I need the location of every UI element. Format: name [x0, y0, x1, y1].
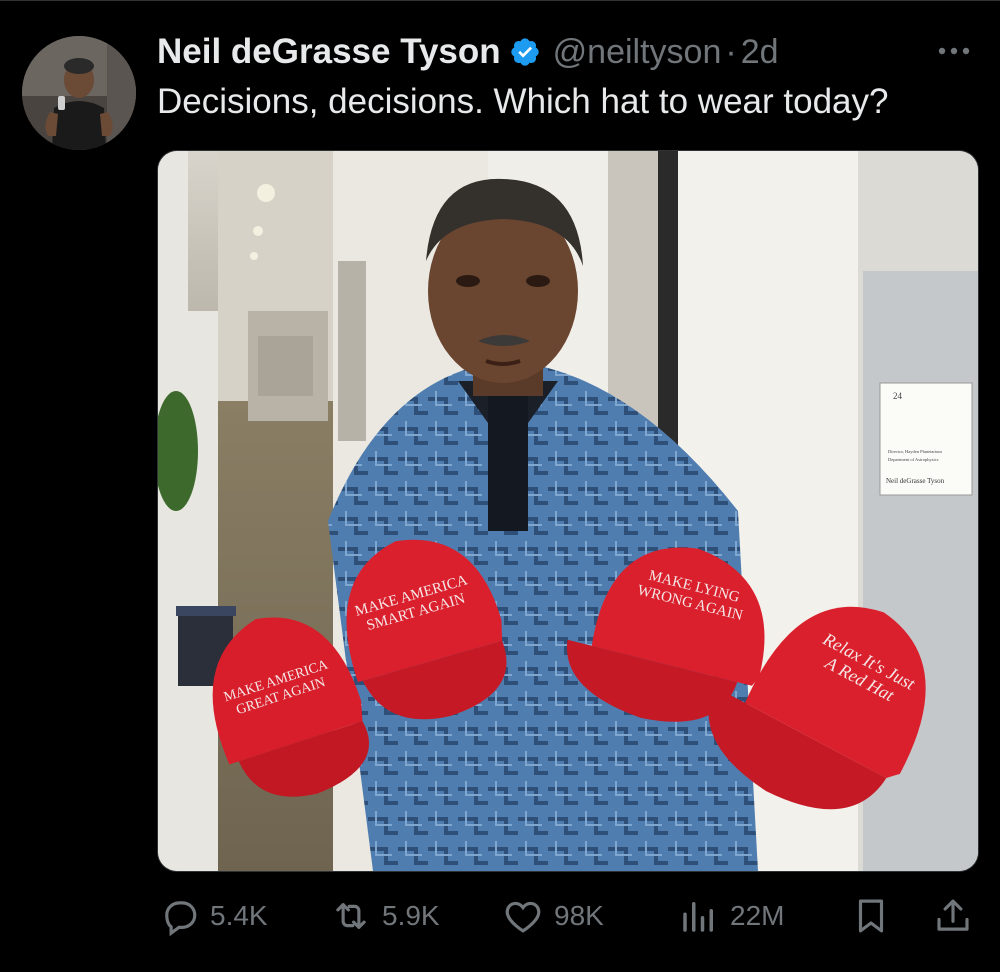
reply-icon [165, 901, 197, 937]
like-count: 98K [554, 900, 604, 931]
verified-badge-icon [509, 36, 541, 68]
repost-button[interactable]: 5.9K [330, 888, 440, 944]
more-horizontal-icon[interactable] [934, 36, 974, 66]
views-button[interactable]: 22M [678, 888, 784, 944]
door-sign-number: 24 [893, 391, 903, 401]
door-sign-name: Neil deGrasse Tyson [886, 477, 945, 485]
avatar-image [22, 36, 136, 150]
repost-count: 5.9K [382, 900, 440, 931]
heart-icon [505, 901, 541, 933]
tweet-header: Neil deGrasse Tyson @neiltyson · 2d [157, 30, 779, 74]
reply-count: 5.4K [210, 900, 268, 931]
like-button[interactable]: 98K [502, 888, 604, 944]
author-handle[interactable]: @neiltyson [553, 33, 722, 72]
tweet-photo[interactable]: 24 Director, Hayden Planetarium Departme… [157, 150, 979, 872]
share-button[interactable] [932, 888, 974, 944]
tweet-timestamp[interactable]: 2d [741, 33, 779, 72]
top-divider [0, 0, 1000, 1]
repost-icon [336, 903, 366, 929]
tweet-text: Decisions, decisions. Which hat to wear … [157, 82, 889, 121]
share-icon [937, 899, 969, 931]
views-chart-icon [683, 902, 713, 932]
author-avatar[interactable] [22, 36, 136, 150]
author-name[interactable]: Neil deGrasse Tyson [157, 32, 501, 72]
bookmark-button[interactable] [850, 888, 892, 944]
views-count: 22M [730, 900, 785, 931]
reply-button[interactable]: 5.4K [158, 888, 268, 944]
bookmark-icon [858, 899, 884, 933]
door-sign-line2: Department of Astrophysics [888, 457, 939, 462]
separator-dot: · [725, 32, 737, 71]
tweet-action-bar: 5.4K 5.9K 98K 22M [0, 888, 1000, 944]
